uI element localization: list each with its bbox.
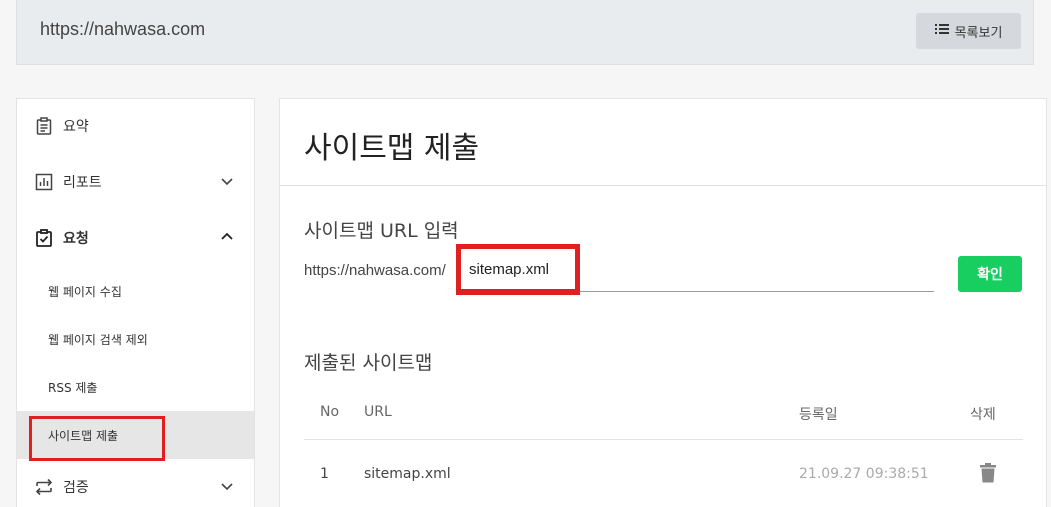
bar-chart-icon	[35, 173, 53, 191]
sidebar-item-label: 리포트	[63, 175, 102, 191]
url-prefix: https://nahwasa.com/	[304, 262, 446, 279]
sidebar-item-label: 요청	[63, 231, 89, 247]
list-icon	[934, 23, 949, 39]
sidebar-item-summary[interactable]: 요약	[17, 101, 254, 151]
divider	[280, 185, 1046, 186]
sidebar-subitem-label: 웹 페이지 수집	[48, 284, 122, 299]
list-view-button[interactable]: 목록보기	[916, 13, 1021, 49]
column-header-no: No	[320, 404, 340, 420]
column-header-date: 등록일	[799, 407, 838, 423]
sidebar-item-label: 요약	[63, 119, 89, 135]
clipboard-icon	[35, 117, 53, 135]
highlight-box-input	[456, 244, 580, 295]
chevron-up-icon	[221, 232, 233, 240]
site-url: https://nahwasa.com	[40, 19, 206, 39]
confirm-button[interactable]: 확인	[958, 256, 1022, 292]
row-date: 21.09.27 09:38:51	[799, 466, 929, 482]
trash-icon[interactable]	[980, 463, 996, 487]
column-header-delete: 삭제	[970, 407, 996, 423]
list-view-label: 목록보기	[954, 25, 1003, 41]
top-bar: https://nahwasa.com 목록보기	[16, 0, 1034, 65]
repeat-icon	[35, 478, 53, 496]
sidebar-item-request[interactable]: 요청	[17, 213, 254, 263]
sidebar-item-label: 검증	[63, 480, 89, 496]
url-input-section-title: 사이트맵 URL 입력	[304, 220, 459, 242]
row-url: sitemap.xml	[364, 466, 451, 482]
sidebar-subitem-exclude[interactable]: 웹 페이지 검색 제외	[17, 315, 254, 363]
checklist-icon	[35, 229, 53, 247]
main-panel: 사이트맵 제출 사이트맵 URL 입력 https://nahwasa.com/…	[279, 98, 1047, 507]
column-header-url: URL	[364, 404, 392, 420]
sidebar-subitem-rss[interactable]: RSS 제출	[17, 363, 254, 411]
sidebar-subitem-label: 웹 페이지 검색 제외	[48, 332, 148, 347]
highlight-box-sidebar	[29, 416, 165, 461]
row-no: 1	[320, 466, 329, 482]
sidebar-subitem-crawl[interactable]: 웹 페이지 수집	[17, 267, 254, 315]
page-title: 사이트맵 제출	[304, 131, 480, 166]
chevron-down-icon	[221, 483, 233, 491]
chevron-down-icon	[221, 178, 233, 186]
sidebar-item-verify[interactable]: 검증	[17, 462, 254, 507]
submitted-sitemaps-title: 제출된 사이트맵	[304, 352, 433, 374]
table-header-divider	[304, 439, 1023, 440]
sidebar-item-report[interactable]: 리포트	[17, 157, 254, 207]
sidebar-subitem-label: RSS 제출	[48, 380, 98, 395]
